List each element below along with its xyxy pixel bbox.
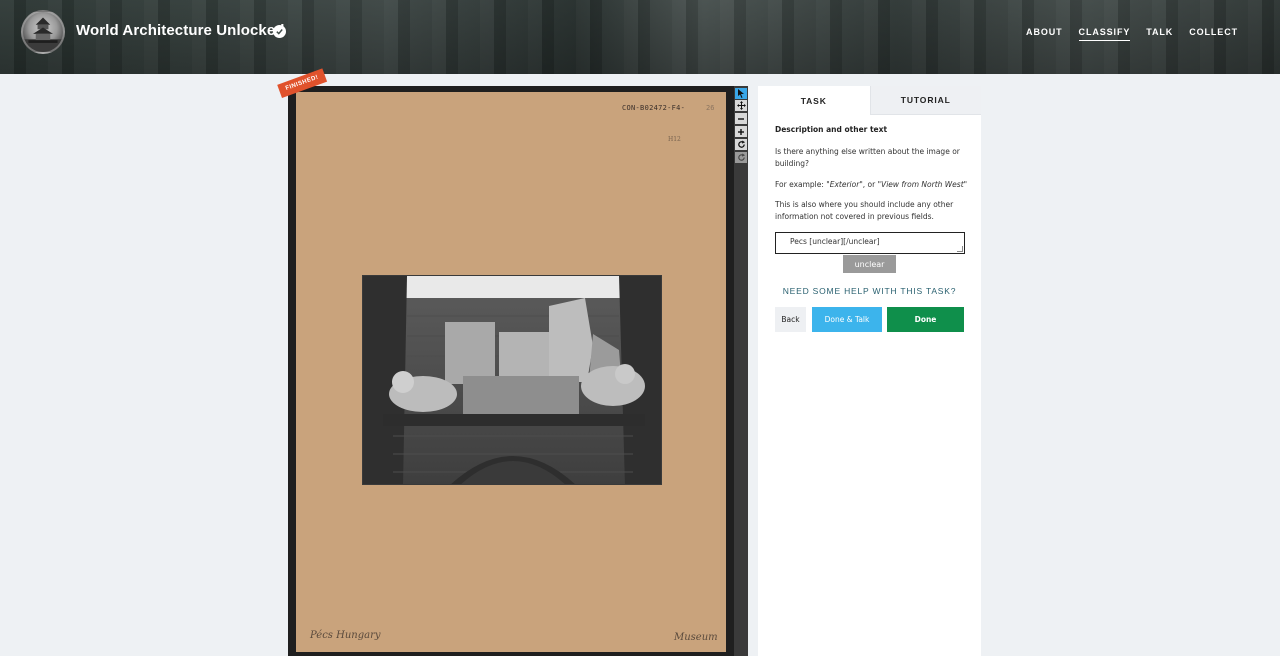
nav-talk[interactable]: TALK (1146, 27, 1173, 41)
task-example: For example: "Exterior", or "View from N… (775, 179, 975, 191)
card-reference-number: CON-B02472-F4- (622, 104, 686, 112)
move-icon[interactable] (735, 100, 747, 111)
zoom-in-icon[interactable] (735, 126, 747, 137)
archive-card-image[interactable]: CON-B02472-F4- 26 H12 Pécs Hungary Museu… (296, 92, 726, 652)
done-button[interactable]: Done (887, 307, 964, 332)
task-example-2: "View from North West" (877, 180, 968, 189)
reset-icon[interactable] (735, 152, 747, 163)
help-link[interactable]: NEED SOME HELP WITH THIS TASK? (758, 286, 981, 296)
nav-about[interactable]: ABOUT (1026, 27, 1063, 41)
task-example-1: "Exterior" (826, 180, 863, 189)
pointer-icon[interactable] (735, 88, 747, 99)
answer-textarea[interactable]: Pecs [unclear][/unclear] (775, 232, 965, 254)
task-example-prefix: For example: (775, 180, 827, 189)
rotate-icon[interactable] (735, 139, 747, 150)
zoom-out-icon[interactable] (735, 113, 747, 124)
resize-grip-icon[interactable] (957, 246, 963, 252)
card-handwritten-museum: Museum (674, 632, 718, 643)
check-circle-icon (273, 25, 286, 38)
project-nav: ABOUT CLASSIFY TALK COLLECT (1026, 27, 1238, 41)
done-and-talk-button[interactable]: Done & Talk (812, 307, 882, 332)
task-question: Is there anything else written about the… (775, 147, 960, 168)
nav-collect[interactable]: COLLECT (1189, 27, 1238, 41)
task-title: Description and other text (775, 125, 888, 134)
project-avatar[interactable] (21, 10, 65, 54)
task-tabs: TASK TUTORIAL (758, 86, 981, 115)
task-example-mid: , or (862, 180, 878, 189)
task-panel: TASK TUTORIAL Description and other text… (758, 86, 981, 656)
unclear-button[interactable]: unclear (843, 255, 896, 273)
project-title[interactable]: World Architecture Unlocked (76, 22, 285, 39)
nav-classify[interactable]: CLASSIFY (1078, 27, 1131, 41)
card-reference-suffix: 26 (706, 104, 715, 112)
site-header: World Architecture Unlocked ABOUT CLASSI… (0, 0, 1280, 74)
viewer-toolbar (734, 86, 748, 656)
card-small-note: H12 (668, 136, 681, 143)
tab-tutorial[interactable]: TUTORIAL (869, 86, 981, 115)
subject-viewer[interactable]: CON-B02472-F4- 26 H12 Pécs Hungary Museu… (288, 86, 734, 656)
architecture-photograph (362, 275, 662, 485)
tab-task[interactable]: TASK (758, 86, 870, 115)
answer-value: Pecs [unclear][/unclear] (790, 237, 880, 246)
card-handwritten-location: Pécs Hungary (310, 630, 381, 641)
back-button[interactable]: Back (775, 307, 806, 332)
pagoda-icon (23, 17, 63, 52)
task-info: This is also where you should include an… (775, 200, 954, 221)
